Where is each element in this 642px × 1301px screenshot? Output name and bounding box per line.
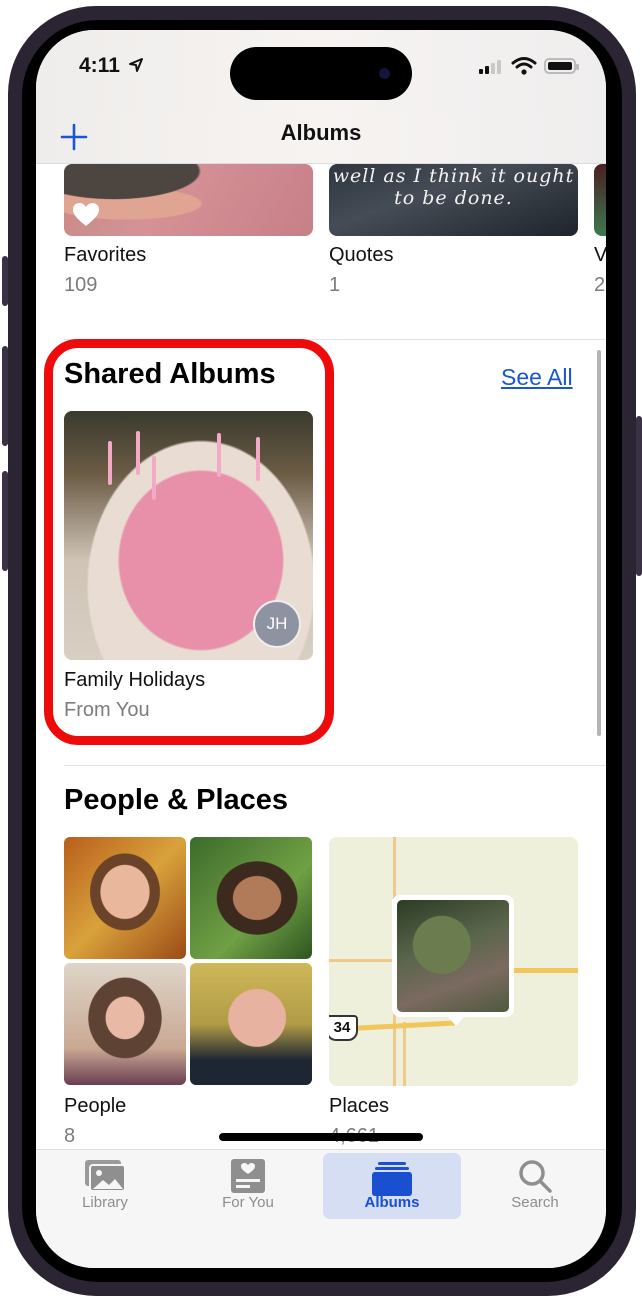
album-count: 2 [594,274,606,296]
album-thumbnail-third[interactable] [594,164,606,236]
volume-down-button [2,471,8,571]
power-button [636,416,642,576]
navigation-bar: Albums [36,114,606,164]
for-you-icon [231,1159,265,1193]
person-thumbnail[interactable] [64,837,186,959]
volume-up-button [2,346,8,446]
photo-library-icon [85,1160,126,1192]
album-count: 1 [329,274,341,296]
route-shield: 34 [329,1015,358,1041]
camera-icon [379,68,390,79]
tab-label: Library [82,1194,128,1211]
search-icon [519,1160,552,1193]
places-photo [397,900,509,1012]
people-label: People [64,1095,127,1117]
people-count: 8 [64,1125,76,1147]
album-thumbnail-favorites[interactable] [64,164,313,236]
tab-label: Search [511,1194,559,1211]
location-arrow-icon [129,58,143,72]
section-title-people-places: People & Places [64,784,289,816]
status-time: 4:11 [79,54,120,77]
action-button [2,256,8,306]
albums-scroll-view[interactable]: well as I think it ought to be done. Fav… [36,164,606,1149]
quote-thumb-text: well as I think it ought to be done. [332,165,575,209]
album-name: Favorites [64,244,147,266]
home-indicator[interactable] [219,1133,423,1141]
status-bar: 4:11 [36,30,606,114]
albums-icon [372,1162,412,1196]
battery-icon [544,58,579,74]
person-thumbnail[interactable] [64,963,186,1085]
map-road [403,1022,406,1086]
dynamic-island [230,47,412,100]
album-count: 109 [64,274,98,296]
scroll-indicator[interactable] [597,350,601,736]
tab-albums[interactable]: Albums [323,1153,461,1219]
heart-icon [73,203,99,226]
see-all-link[interactable]: See All [501,364,573,391]
places-map-thumbnail[interactable]: 34 [329,837,578,1086]
map-highway [514,968,578,973]
map-road [329,959,399,962]
person-thumbnail[interactable] [190,837,312,959]
page-title: Albums [280,120,362,145]
cellular-signal-icon [479,60,501,74]
album-thumbnail-quotes[interactable]: well as I think it ought to be done. [329,164,578,236]
section-divider [64,765,606,766]
map-highway [356,1020,458,1031]
album-name: V [594,244,606,266]
pin-tail [447,1016,465,1026]
places-photo-pin[interactable] [392,895,514,1026]
places-label: Places [329,1095,390,1117]
tab-for-you[interactable]: For You [179,1150,317,1216]
screen: 4:11 Albums well as I think it ought to … [36,30,606,1268]
tab-bar: Library For You Albums Search [36,1149,606,1268]
person-thumbnail[interactable] [190,963,312,1085]
annotation-highlight-box [44,339,334,745]
wifi-icon [511,57,537,75]
tab-search[interactable]: Search [466,1150,604,1216]
album-name: Quotes [329,244,394,266]
tab-label: For You [222,1194,274,1211]
tab-library[interactable]: Library [36,1150,174,1216]
tab-label: Albums [364,1194,420,1211]
